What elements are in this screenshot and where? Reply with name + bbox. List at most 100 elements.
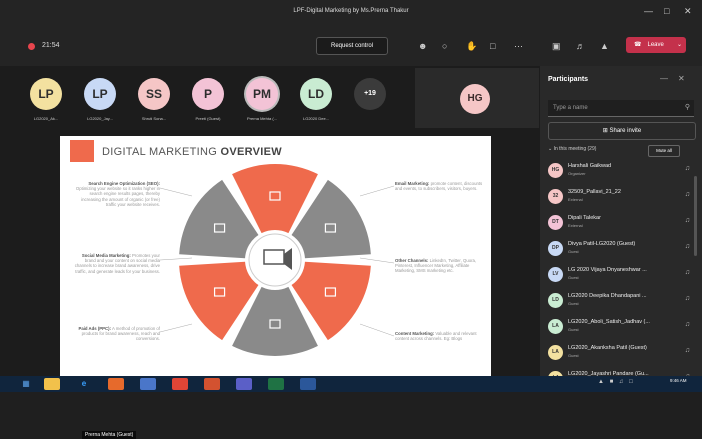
avatar: LD: [548, 293, 563, 308]
taskbar-clock[interactable]: 9:46 AM: [670, 378, 687, 383]
share-screen-icon[interactable]: ▲: [600, 41, 609, 51]
connector-line: [359, 185, 395, 197]
participant-row[interactable]: 32 32509_Pallavi_21_22 External ♫: [548, 184, 694, 210]
avatar[interactable]: LD: [300, 78, 332, 110]
avatar-name: Preeti (Guest): [195, 116, 221, 121]
scrollbar[interactable]: [694, 176, 697, 256]
avatar-name: Shruti Sona...: [141, 116, 167, 121]
speaker-label: Prerna Mehta (Guest): [82, 431, 137, 439]
chat-icon[interactable]: ○: [442, 41, 447, 51]
wheel-center: [248, 233, 302, 287]
mic-off-icon: ♫: [684, 191, 690, 198]
maximize-button[interactable]: □: [664, 6, 669, 16]
avatar: 32: [548, 189, 563, 204]
panel-title: Participants: [548, 76, 589, 83]
chrome-icon[interactable]: [172, 378, 188, 390]
excel-icon[interactable]: [268, 378, 284, 390]
window-title: LPF-Digital Marketing by Ms.Prerna Thaku…: [293, 8, 409, 14]
connector-line: [159, 323, 193, 333]
avatar[interactable]: P: [192, 78, 224, 110]
mic-off-icon: ♫: [684, 217, 690, 224]
media-icon[interactable]: [140, 378, 156, 390]
minimize-button[interactable]: —: [644, 6, 653, 16]
mic-off-icon: ♫: [684, 347, 690, 354]
speaker-icon[interactable]: ♬: [576, 41, 585, 51]
windows-taskbar: ▦ e ▲ ■ ♫ □ 9:46 AM: [0, 376, 702, 392]
participant-row[interactable]: LD LG2020 Deepika Dhandapani ... Guest ♫: [548, 288, 694, 314]
mic-off-icon: ♫: [684, 295, 690, 302]
participant-video-tile[interactable]: HG: [415, 68, 539, 128]
reactions-icon[interactable]: ✋: [466, 41, 477, 52]
connector-line: [359, 257, 395, 264]
participant-name: LG 2020 Vijaya Dnyaneshwar ...: [568, 267, 647, 273]
minimize-panel-icon[interactable]: —: [660, 74, 668, 83]
avatar: DP: [548, 241, 563, 256]
share-invite-button[interactable]: ⊞ Share invite: [548, 122, 696, 140]
participant-role: Guest: [568, 249, 579, 254]
mic-off-icon: ♫: [684, 321, 690, 328]
chevron-down-icon[interactable]: ⌄: [677, 37, 682, 53]
mute-all-button[interactable]: Mute all: [648, 145, 680, 157]
participant-role: Guest: [568, 353, 579, 358]
avatar[interactable]: LP: [84, 78, 116, 110]
participant-name: LG2020 Deepika Dhandapani ...: [568, 293, 647, 299]
participant-name: Harshali Gaikwad: [568, 163, 612, 169]
avatar[interactable]: PM: [246, 78, 278, 110]
avatar[interactable]: LP: [30, 78, 62, 110]
search-icon[interactable]: ⚲: [680, 100, 690, 116]
participant-row[interactable]: HG Harshali Gaikwad Organizer ♫: [548, 158, 694, 184]
powerpoint-icon[interactable]: [204, 378, 220, 390]
request-control-button[interactable]: Request control: [316, 37, 388, 55]
edge-icon[interactable]: e: [76, 378, 92, 390]
connector-line: [159, 257, 193, 261]
start-icon[interactable]: ▦: [18, 378, 34, 390]
camera-off-icon[interactable]: ▣: [552, 41, 561, 52]
avatar-name: Prerna Mehta (...: [246, 116, 277, 121]
file-explorer-icon[interactable]: [44, 378, 60, 390]
title-bar: LPF-Digital Marketing by Ms.Prerna Thaku…: [0, 0, 702, 26]
participants-panel: Participants — ✕ Type a name ⚲ ⊞ Share i…: [540, 66, 702, 386]
close-window-button[interactable]: ✕: [684, 6, 692, 17]
avatar: LV: [548, 267, 563, 282]
participant-search-input[interactable]: Type a name ⚲: [548, 100, 694, 117]
avatar: LA: [548, 345, 563, 360]
teams-icon[interactable]: [236, 378, 252, 390]
avatar-name: LG2020_Jay...: [87, 116, 113, 121]
more-participants-badge[interactable]: +19: [354, 78, 386, 110]
firefox-icon[interactable]: [108, 378, 124, 390]
participant-name: 32509_Pallavi_21_22: [568, 189, 621, 195]
word-icon[interactable]: [300, 378, 316, 390]
mic-off-icon: ♫: [684, 243, 690, 250]
meeting-stage: LP LG2020_Ak... LP LG2020_Jay... SS Shruti So…: [0, 66, 540, 439]
avatar-name: LG2020 Dee...: [302, 116, 330, 121]
participant-name: Dipali Talekar: [568, 215, 601, 221]
meeting-toolbar: 21:54 Request control ☻ ○ ✋ □ ⋯ ▣ ♬ ▲ ☎ L…: [0, 26, 702, 67]
recording-icon: [28, 43, 35, 50]
participant-role: Guest: [568, 275, 579, 280]
participant-name: Divya Patil-LG2020 (Guest): [568, 241, 636, 247]
meeting-timer: 21:54: [42, 42, 60, 49]
rooms-icon[interactable]: □: [490, 41, 495, 51]
participant-row[interactable]: LA LG2020_Aboli_Satish_Jadhav (... Guest ♫: [548, 314, 694, 340]
participant-row[interactable]: LV LG 2020 Vijaya Dnyaneshwar ... Guest ♫: [548, 262, 694, 288]
avatar: DT: [548, 215, 563, 230]
in-meeting-header[interactable]: ⌄ In this meeting (29): [548, 146, 596, 152]
leave-button[interactable]: ☎ Leave ⌄: [626, 37, 686, 53]
participant-role: External: [568, 197, 583, 202]
avatar-name: LG2020_Ak...: [33, 116, 59, 121]
participant-row[interactable]: LA LG2020_Akanksha Patil (Guest) Guest ♫: [548, 340, 694, 366]
avatar: HG: [460, 84, 490, 114]
slide-wheel-diagram: [159, 164, 395, 356]
phone-icon: ☎: [634, 42, 642, 48]
close-panel-icon[interactable]: ✕: [678, 74, 685, 83]
participant-role: External: [568, 223, 583, 228]
shared-slide: DIGITAL MARKETING OVERVIEW Search Engine…: [60, 136, 491, 439]
people-icon[interactable]: ☻: [418, 41, 427, 51]
avatar[interactable]: SS: [138, 78, 170, 110]
participant-row[interactable]: DP Divya Patil-LG2020 (Guest) Guest ♫: [548, 236, 694, 262]
participant-role: Organizer: [568, 171, 586, 176]
more-icon[interactable]: ⋯: [514, 41, 523, 52]
system-tray[interactable]: ▲ ■ ♫ □: [598, 379, 635, 385]
connector-line: [359, 323, 395, 337]
participant-row[interactable]: DT Dipali Talekar External ♫: [548, 210, 694, 236]
